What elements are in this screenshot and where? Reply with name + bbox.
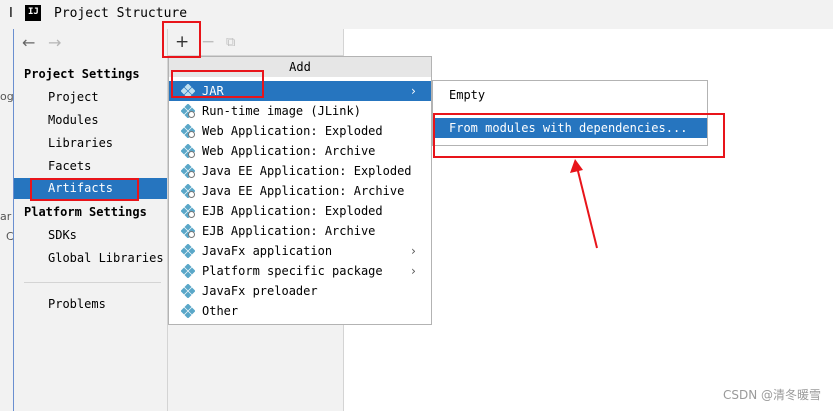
menu-item-label: Java EE Application: Exploded — [202, 164, 412, 178]
menu-item-other[interactable]: Other — [169, 301, 431, 321]
annotation-arrow-icon — [570, 159, 598, 249]
sidebar-item-global-libraries[interactable]: Global Libraries — [48, 251, 164, 265]
annotation-box-add — [162, 21, 201, 58]
sidebar-item-facets[interactable]: Facets — [48, 159, 91, 173]
menu-item-ejb-application-exploded[interactable]: EJB Application: Exploded — [169, 201, 431, 221]
sidebar-item-project[interactable]: Project — [48, 90, 99, 104]
menu-item-web-application-exploded[interactable]: Web Application: Exploded — [169, 121, 431, 141]
menu-item-platform-specific-package[interactable]: Platform specific package › — [169, 261, 431, 281]
sidebar-divider — [24, 282, 161, 283]
sidebar-item-modules[interactable]: Modules — [48, 113, 99, 127]
diamond-icon — [181, 284, 195, 298]
diamond-icon — [181, 244, 195, 258]
menu-item-label: JavaFx application — [202, 244, 333, 258]
sidebar-item-problems[interactable]: Problems — [48, 297, 106, 311]
diamond-globe-icon — [181, 144, 195, 158]
diamond-icon — [181, 264, 195, 278]
submenu-item-label: Empty — [449, 88, 486, 102]
menu-item-label: Java EE Application: Archive — [202, 184, 405, 198]
menu-item-label: Other — [202, 304, 239, 318]
section-heading-platform-settings: Platform Settings — [24, 205, 147, 219]
menu-item-label: Web Application: Archive — [202, 144, 376, 158]
diamond-ee-icon — [181, 164, 195, 178]
diamond-ee-icon — [181, 184, 195, 198]
diamond-bean-icon — [181, 224, 195, 238]
background-fragment: ar — [0, 210, 12, 223]
menu-item-label: EJB Application: Exploded — [202, 204, 383, 218]
menu-item-run-time-image-jlink[interactable]: Run-time image (JLink) — [169, 101, 431, 121]
forward-arrow-icon[interactable]: → — [48, 33, 61, 52]
sidebar-item-libraries[interactable]: Libraries — [48, 136, 113, 150]
watermark: CSDN @清冬暖雪 — [722, 388, 821, 402]
section-heading-project-settings: Project Settings — [24, 67, 140, 81]
intellij-logo-icon: IJ — [25, 5, 41, 21]
diamond-bean-icon — [181, 204, 195, 218]
annotation-box-artifacts — [30, 178, 139, 201]
chevron-right-icon: › — [409, 264, 417, 278]
menu-item-label: EJB Application: Archive — [202, 224, 376, 238]
menu-item-javafx-preloader[interactable]: JavaFx preloader — [169, 281, 431, 301]
menu-item-label: JavaFx preloader — [202, 284, 318, 298]
submenu-item-empty[interactable]: Empty — [433, 85, 707, 105]
menu-item-label: Web Application: Exploded — [202, 124, 383, 138]
menu-item-label: Platform specific package — [202, 264, 383, 278]
menu-item-ejb-application-archive[interactable]: EJB Application: Archive — [169, 221, 431, 241]
settings-sidebar — [14, 29, 168, 411]
menu-item-web-application-archive[interactable]: Web Application: Archive — [169, 141, 431, 161]
sidebar-item-sdks[interactable]: SDKs — [48, 228, 77, 242]
menu-item-label: Run-time image (JLink) — [202, 104, 361, 118]
annotation-box-jar — [171, 70, 264, 98]
diamond-icon — [181, 304, 195, 318]
back-arrow-icon[interactable]: ← — [22, 33, 35, 52]
chevron-right-icon: › — [409, 84, 417, 98]
diamond-gear-icon — [181, 104, 195, 118]
diamond-globe-icon — [181, 124, 195, 138]
chevron-right-icon: › — [409, 244, 417, 258]
annotation-box-from-modules — [433, 113, 725, 158]
menu-item-javafx-application[interactable]: JavaFx application › — [169, 241, 431, 261]
remove-button[interactable]: − — [201, 32, 215, 52]
copy-button[interactable]: ⧉ — [226, 35, 235, 50]
menu-item-java-ee-application-exploded[interactable]: Java EE Application: Exploded — [169, 161, 431, 181]
window-edge-text: I — [9, 6, 13, 21]
window-title: Project Structure — [54, 6, 188, 21]
title-bar: I IJ Project Structure — [0, 0, 833, 29]
menu-item-java-ee-application-archive[interactable]: Java EE Application: Archive — [169, 181, 431, 201]
